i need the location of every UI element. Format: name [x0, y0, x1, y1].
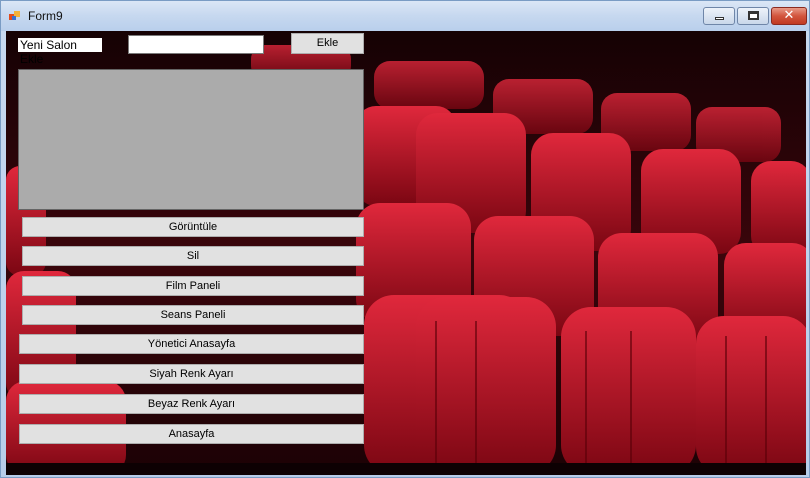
home-button[interactable]: Anasayfa — [19, 424, 364, 444]
maximize-icon — [748, 11, 759, 20]
film-panel-button[interactable]: Film Paneli — [22, 276, 364, 296]
delete-button[interactable]: Sil — [22, 246, 364, 266]
maximize-button[interactable] — [737, 7, 769, 25]
form-client-area: Yeni Salon Ekle Ekle Görüntüle Sil Film … — [6, 31, 806, 475]
halls-list[interactable] — [18, 69, 364, 210]
minimize-button[interactable] — [703, 7, 735, 25]
view-button[interactable]: Görüntüle — [22, 217, 364, 237]
admin-home-button[interactable]: Yönetici Anasayfa — [19, 334, 364, 354]
white-theme-button[interactable]: Beyaz Renk Ayarı — [19, 394, 364, 414]
app-icon — [9, 11, 20, 20]
title-bar[interactable]: Form9 ✕ — [1, 1, 809, 31]
minimize-icon — [715, 17, 724, 20]
black-theme-button[interactable]: Siyah Renk Ayarı — [19, 364, 364, 384]
add-button[interactable]: Ekle — [291, 33, 364, 54]
new-hall-input[interactable] — [128, 35, 264, 54]
session-panel-button[interactable]: Seans Paneli — [22, 305, 364, 325]
window-title: Form9 — [28, 9, 63, 23]
close-button[interactable]: ✕ — [771, 7, 807, 25]
new-hall-label: Yeni Salon Ekle — [18, 38, 102, 66]
app-window: Form9 ✕ Yeni Salon Ekle Ekle Görüntüle S… — [0, 0, 810, 478]
close-icon: ✕ — [783, 8, 795, 23]
